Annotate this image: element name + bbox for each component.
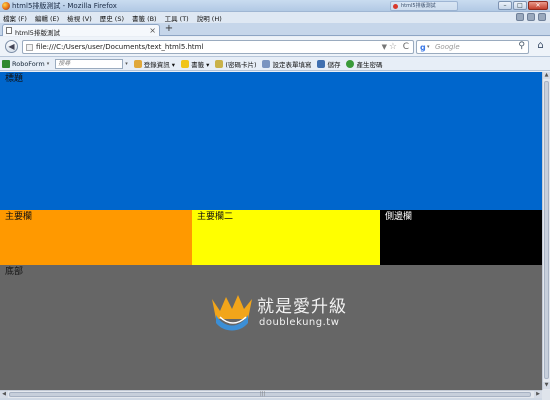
scroll-up-icon[interactable]: ▲	[543, 72, 550, 79]
key-icon	[133, 59, 142, 68]
bookmarks-button[interactable]: 書籤 ▾	[181, 59, 209, 69]
vertical-scroll-thumb[interactable]	[544, 81, 549, 379]
search-icon[interactable]: ⚲	[518, 41, 525, 51]
tab-strip: html5排版測試 × +	[0, 23, 550, 37]
vertical-scrollbar[interactable]: ▲ ▼	[542, 72, 550, 390]
page-main-section: 主要欄	[0, 210, 192, 265]
page-icon	[6, 27, 12, 34]
chevron-down-icon[interactable]: ▾	[125, 61, 128, 67]
save-label: 儲存	[327, 60, 341, 69]
scroll-grip-icon: |||	[260, 391, 266, 397]
passcards-button[interactable]: (密碼卡片)	[215, 59, 256, 69]
search-bar[interactable]: g ▾ Google ⚲	[416, 40, 529, 54]
search-input[interactable]: Google	[435, 43, 460, 51]
menu-bar: 檔案 (F) 編輯 (E) 檢視 (V) 歷史 (S) 書籤 (B) 工具 (T…	[0, 12, 550, 23]
watermark: 就是愛升級 doublekung.tw	[210, 289, 370, 339]
roboform-toolbar: RoboForm ▾ 搜尋 ▾ 登錄資訊 ▾ 書籤 ▾ (密碼卡片) 設定表單填…	[0, 57, 550, 71]
window-titlebar[interactable]: html5排版測試 - Mozilla Firefox html5排版測試 – …	[0, 0, 550, 12]
url-history-dropdown-icon[interactable]: ▼	[382, 43, 387, 51]
tab-html5-test[interactable]: html5排版測試 ×	[2, 24, 160, 37]
new-tab-button[interactable]: +	[163, 24, 175, 35]
home-button[interactable]: ⌂	[534, 40, 547, 53]
scroll-left-icon[interactable]: ◀	[0, 391, 8, 398]
minimize-button[interactable]: –	[498, 1, 512, 10]
chevron-down-icon[interactable]: ▾	[47, 61, 50, 67]
horizontal-scrollbar[interactable]: ◀ ||| ▶	[0, 390, 542, 398]
menu-view[interactable]: 檢視 (V)	[67, 13, 92, 23]
bookmarks-label: 書籤 ▾	[191, 60, 210, 69]
page-main-section-two: 主要欄二	[192, 210, 380, 265]
fill-forms-label: 設定表單填寫	[272, 60, 312, 69]
engine-dropdown-icon[interactable]: ▾	[427, 44, 430, 50]
close-window-button[interactable]: ✕	[528, 1, 548, 10]
background-window-tab[interactable]: html5排版測試	[390, 1, 458, 11]
scrollbar-corner	[542, 390, 550, 400]
generate-password-button[interactable]: 產生密碼	[346, 59, 382, 69]
menu-edit[interactable]: 編輯 (E)	[35, 13, 59, 23]
horizontal-scroll-thumb[interactable]	[9, 392, 531, 397]
passcards-label: (密碼卡片)	[225, 60, 257, 69]
menu-help[interactable]: 說明 (H)	[197, 13, 222, 23]
form-icon	[262, 59, 271, 68]
back-button[interactable]: ◀	[5, 40, 18, 53]
menu-bookmarks[interactable]: 書籤 (B)	[132, 13, 157, 23]
generate-password-label: 產生密碼	[356, 60, 383, 69]
roboform-search-input[interactable]: 搜尋	[55, 58, 124, 69]
tab-close-icon[interactable]: ×	[149, 26, 156, 35]
firefox-logo-icon	[2, 2, 10, 10]
site-identity-icon[interactable]	[26, 44, 33, 51]
page-header: 標題	[0, 72, 542, 210]
logins-label: 登錄資訊 ▾	[143, 60, 176, 69]
generate-icon	[346, 59, 355, 68]
reload-icon[interactable]: C	[403, 42, 409, 52]
maximize-button[interactable]: □	[513, 1, 527, 10]
menu-tools[interactable]: 工具 (T)	[165, 13, 189, 23]
bookmark-star-icon[interactable]: ☆	[389, 42, 397, 52]
google-engine-icon[interactable]: g	[420, 43, 426, 52]
menu-history[interactable]: 歷史 (S)	[100, 13, 124, 23]
star-icon	[181, 59, 190, 68]
scroll-down-icon[interactable]: ▼	[543, 382, 550, 389]
addon-icon[interactable]	[527, 13, 535, 21]
page-aside: 側邊欄	[380, 210, 542, 265]
roboform-menu-button[interactable]: RoboForm	[12, 60, 45, 68]
logins-button[interactable]: 登錄資訊 ▾	[133, 59, 176, 69]
fill-forms-button[interactable]: 設定表單填寫	[262, 59, 311, 69]
card-icon	[215, 59, 224, 68]
addon-icon[interactable]	[516, 13, 524, 21]
window-controls: – □ ✕	[498, 1, 548, 10]
tab-label: html5排版測試	[15, 29, 60, 37]
roboform-logo-icon	[2, 59, 10, 68]
save-button[interactable]: 儲存	[317, 59, 340, 69]
addon-icon[interactable]	[538, 13, 546, 21]
scroll-right-icon[interactable]: ▶	[534, 391, 542, 398]
save-icon	[317, 59, 326, 68]
url-text[interactable]: file:///C:/Users/user/Documents/text_htm…	[36, 43, 203, 51]
menu-file[interactable]: 檔案 (F)	[3, 13, 27, 23]
crown-logo-icon	[212, 295, 252, 331]
navigation-bar: ◀ file:///C:/Users/user/Documents/text_h…	[0, 37, 550, 57]
watermark-url-text: doublekung.tw	[259, 317, 340, 328]
window-title: html5排版測試 - Mozilla Firefox	[12, 2, 117, 10]
watermark-chinese-text: 就是愛升級	[257, 297, 347, 317]
toolbar-tray	[516, 13, 546, 21]
page-viewport: 標題 主要欄 主要欄二 側邊欄 底部 就是愛升級 doublekung.tw	[0, 72, 542, 390]
url-bar[interactable]: file:///C:/Users/user/Documents/text_htm…	[22, 40, 414, 54]
